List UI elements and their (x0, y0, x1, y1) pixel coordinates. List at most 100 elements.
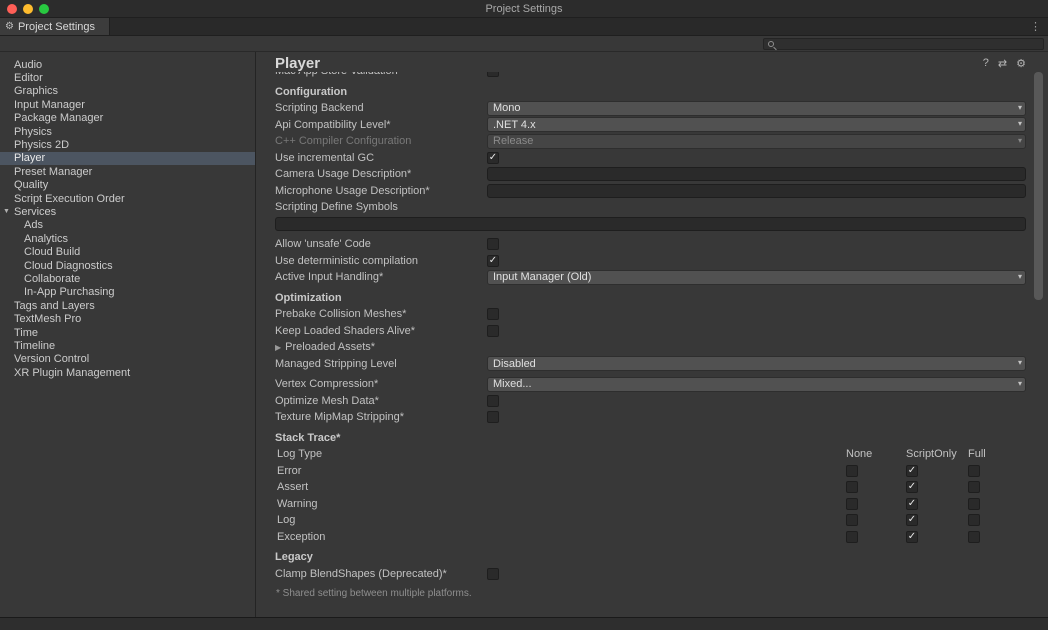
row-preloaded-assets: ▶Preloaded Assets* (257, 339, 1048, 356)
use-deterministic-compilation-checkbox[interactable]: ✓ (487, 255, 499, 267)
sidebar-item-script-execution-order[interactable]: Script Execution Order (0, 192, 255, 205)
row-clamp-blendshapes-deprecated: Clamp BlendShapes (Deprecated)* (257, 566, 1048, 583)
assert-none-checkbox[interactable] (846, 481, 858, 493)
row-texture-mipmap-stripping: Texture MipMap Stripping* (257, 409, 1048, 426)
sidebar-item-tags-and-layers[interactable]: Tags and Layers (0, 299, 255, 312)
scrollbar-thumb[interactable] (1034, 72, 1043, 300)
texture-mipmap-stripping-checkbox[interactable] (487, 411, 499, 423)
search-box[interactable] (763, 38, 1044, 50)
clamp-blendshapes-deprecated-checkbox[interactable] (487, 568, 499, 580)
sidebar-item-physics[interactable]: Physics (0, 125, 255, 138)
active-input-handling-dropdown[interactable]: Input Manager (Old)▾ (487, 270, 1026, 285)
sidebar-item-cloud-build[interactable]: Cloud Build (0, 245, 255, 258)
sidebar-item-package-manager[interactable]: Package Manager (0, 112, 255, 125)
sidebar-item-preset-manager[interactable]: Preset Manager (0, 165, 255, 178)
field-label: Microphone Usage Description* (275, 185, 487, 197)
field-label: Error (275, 465, 487, 477)
sidebar-item-label: XR Plugin Management (14, 367, 130, 379)
sidebar-item-version-control[interactable]: Version Control (0, 353, 255, 366)
sidebar-item-quality[interactable]: Quality (0, 179, 255, 192)
mac-app-store-validation-checkbox[interactable] (487, 72, 499, 77)
allow-unsafe-code-checkbox[interactable] (487, 238, 499, 250)
row-c-compiler-configuration: C++ Compiler ConfigurationRelease▾ (257, 133, 1048, 150)
exception-scriptonly-checkbox[interactable]: ✓ (906, 531, 918, 543)
maximize-button[interactable] (39, 4, 49, 14)
field-label: Vertex Compression* (275, 378, 487, 390)
sidebar-item-player[interactable]: Player (0, 152, 255, 165)
sidebar-item-label: TextMesh Pro (14, 313, 81, 325)
microphone-usage-description-input[interactable] (487, 184, 1026, 198)
row-scripting-backend: Scripting BackendMono▾ (257, 100, 1048, 117)
presets-icon[interactable]: ⇄ (998, 57, 1007, 70)
settings-gear-icon[interactable]: ⚙ (1016, 57, 1026, 70)
log-none-checkbox[interactable] (846, 514, 858, 526)
dropdown-arrow-icon: ▾ (1018, 103, 1022, 112)
sidebar-item-editor[interactable]: Editor (0, 71, 255, 84)
managed-stripping-level-dropdown[interactable]: Disabled▾ (487, 356, 1026, 371)
prebake-collision-meshes-checkbox[interactable] (487, 308, 499, 320)
foldout-expanded-icon[interactable]: ▼ (3, 205, 10, 218)
sidebar-item-collaborate[interactable]: Collaborate (0, 272, 255, 285)
sidebar-item-time[interactable]: Time (0, 326, 255, 339)
sidebar-item-label: Package Manager (14, 112, 103, 124)
camera-usage-description-input[interactable] (487, 167, 1026, 181)
exception-full-checkbox[interactable] (968, 531, 980, 543)
field-label: Allow 'unsafe' Code (275, 238, 487, 250)
dropdown-arrow-icon: ▾ (1018, 358, 1022, 367)
sidebar-list: AudioEditorGraphicsInput ManagerPackage … (0, 58, 255, 379)
log-full-checkbox[interactable] (968, 514, 980, 526)
foldout-collapsed-icon[interactable]: ▶ (275, 343, 281, 352)
main-header: Player ? ⇄ ⚙ (257, 52, 1048, 72)
error-full-checkbox[interactable] (968, 465, 980, 477)
sidebar-item-timeline[interactable]: Timeline (0, 339, 255, 352)
sidebar-item-label: Collaborate (24, 273, 80, 285)
sidebar-item-analytics[interactable]: Analytics (0, 232, 255, 245)
warning-none-checkbox[interactable] (846, 498, 858, 510)
project-settings-window: Project Settings ⚙ Project Settings ⋮ Au… (0, 0, 1048, 630)
assert-full-checkbox[interactable] (968, 481, 980, 493)
optimize-mesh-data-checkbox[interactable] (487, 395, 499, 407)
scrollbar[interactable] (1034, 72, 1043, 613)
titlebar: Project Settings (0, 0, 1048, 18)
sidebar-item-services[interactable]: ▼Services (0, 205, 255, 218)
error-scriptonly-checkbox[interactable]: ✓ (906, 465, 918, 477)
help-icon[interactable]: ? (983, 57, 989, 70)
dropdown-value: Input Manager (Old) (493, 271, 591, 283)
sidebar-item-ads[interactable]: Ads (0, 219, 255, 232)
sidebar-item-in-app-purchasing[interactable]: In-App Purchasing (0, 286, 255, 299)
exception-none-checkbox[interactable] (846, 531, 858, 543)
field-label: ▶Preloaded Assets* (275, 341, 487, 353)
keep-loaded-shaders-alive-checkbox[interactable] (487, 325, 499, 337)
row-warning: Warning✓ (257, 496, 1048, 513)
scripting-backend-dropdown[interactable]: Mono▾ (487, 101, 1026, 116)
row-keep-loaded-shaders-alive: Keep Loaded Shaders Alive* (257, 323, 1048, 340)
field-label: Managed Stripping Level (275, 358, 487, 370)
minimize-button[interactable] (23, 4, 33, 14)
scripting-define-symbols-value-input[interactable] (275, 217, 1026, 231)
tab-project-settings[interactable]: ⚙ Project Settings (0, 18, 110, 35)
sidebar-item-input-manager[interactable]: Input Manager (0, 98, 255, 111)
tab-menu-icon[interactable]: ⋮ (1023, 18, 1048, 35)
vertex-compression-dropdown[interactable]: Mixed...▾ (487, 377, 1026, 392)
row-assert: Assert✓ (257, 479, 1048, 496)
sidebar-item-graphics[interactable]: Graphics (0, 85, 255, 98)
api-compatibility-level-dropdown[interactable]: .NET 4.x▾ (487, 117, 1026, 132)
error-none-checkbox[interactable] (846, 465, 858, 477)
section-heading-optimization: Optimization (257, 290, 1048, 307)
close-button[interactable] (7, 4, 17, 14)
sidebar-item-cloud-diagnostics[interactable]: Cloud Diagnostics (0, 259, 255, 272)
search-input[interactable] (774, 39, 1043, 49)
sidebar-item-xr-plugin-management[interactable]: XR Plugin Management (0, 366, 255, 379)
warning-scriptonly-checkbox[interactable]: ✓ (906, 498, 918, 510)
dropdown-value: Mixed... (493, 378, 532, 390)
warning-full-checkbox[interactable] (968, 498, 980, 510)
sidebar-item-audio[interactable]: Audio (0, 58, 255, 71)
use-incremental-gc-checkbox[interactable]: ✓ (487, 152, 499, 164)
assert-scriptonly-checkbox[interactable]: ✓ (906, 481, 918, 493)
log-scriptonly-checkbox[interactable]: ✓ (906, 514, 918, 526)
sidebar-item-textmesh-pro[interactable]: TextMesh Pro (0, 312, 255, 325)
section-heading-legacy: Legacy (257, 549, 1048, 566)
field-label: Clamp BlendShapes (Deprecated)* (275, 568, 487, 580)
sidebar-item-physics-2d[interactable]: Physics 2D (0, 138, 255, 151)
row-scripting-define-symbols-value (257, 216, 1048, 233)
